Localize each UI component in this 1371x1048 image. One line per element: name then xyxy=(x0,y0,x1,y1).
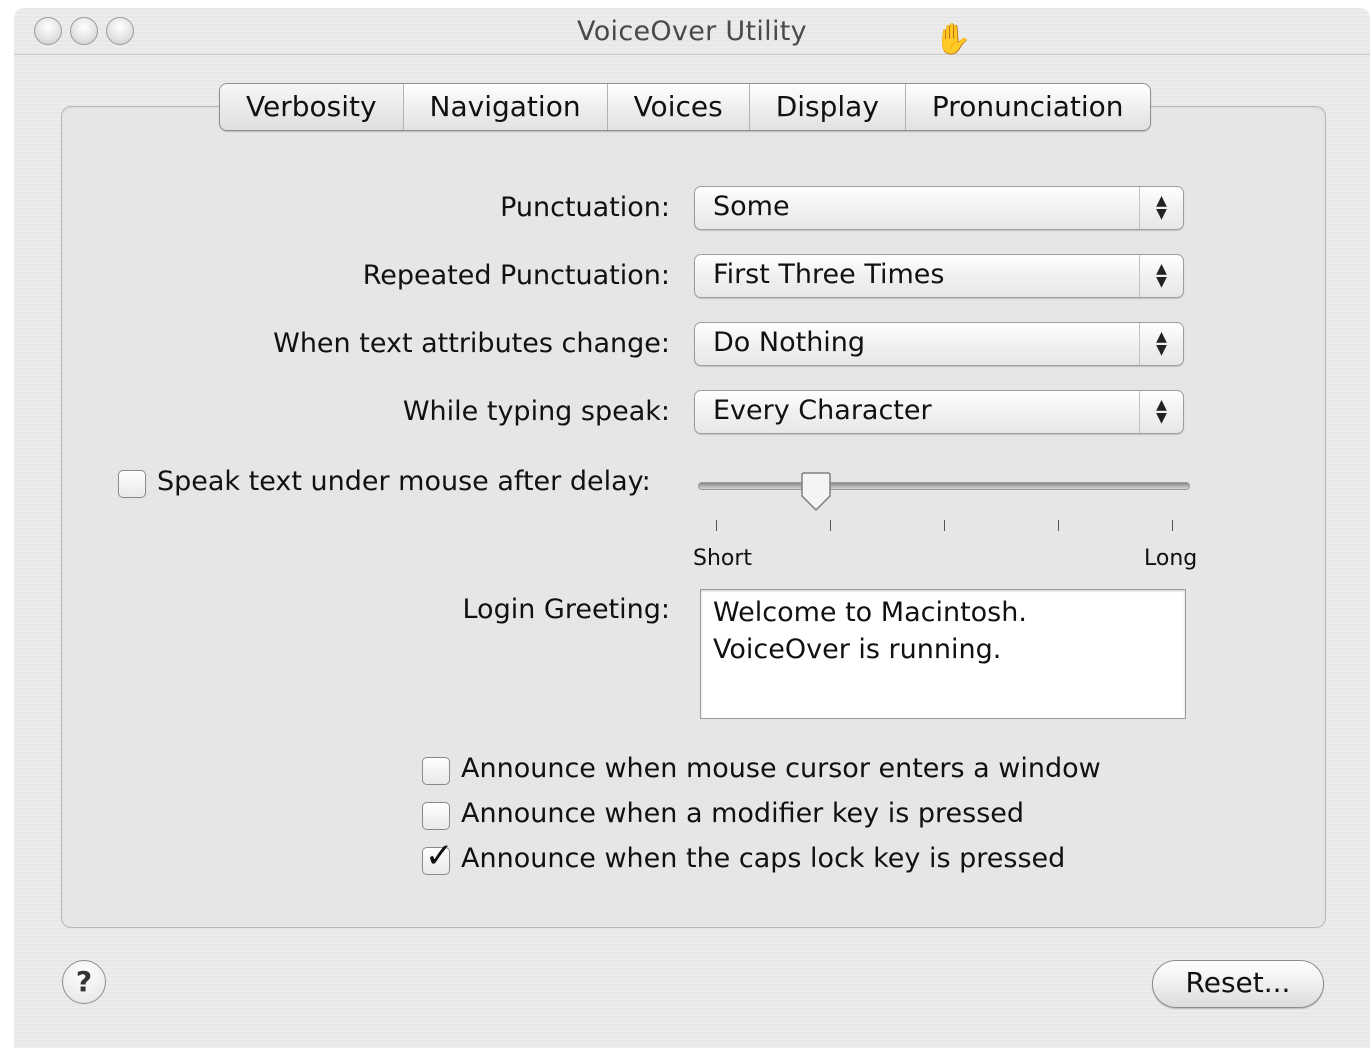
up-down-arrows-icon: ▲ ▼ xyxy=(1139,391,1183,433)
speak-under-mouse-checkbox[interactable] xyxy=(118,470,146,498)
tab-verbosity[interactable]: Verbosity xyxy=(220,84,404,130)
up-down-arrows-icon: ▲ ▼ xyxy=(1139,255,1183,297)
typing-speak-popup[interactable]: Every Character ▲ ▼ xyxy=(694,390,1184,434)
announce-modifier-label: Announce when a modifier key is pressed xyxy=(461,798,1025,829)
slider-min-label: Short xyxy=(693,546,753,571)
mouse-delay-slider-track[interactable] xyxy=(698,482,1190,490)
tab-navigation[interactable]: Navigation xyxy=(404,84,608,130)
slider-tick xyxy=(944,520,945,531)
typing-speak-label: While typing speak: xyxy=(402,396,670,427)
slider-tick xyxy=(1172,520,1173,531)
announce-caps-lock-checkbox[interactable]: ✓ xyxy=(422,836,454,876)
slider-max-label: Long xyxy=(1144,546,1198,571)
open-hand-icon: ✋ xyxy=(934,22,972,57)
tab-pronunciation[interactable]: Pronunciation xyxy=(906,84,1150,130)
repeated-punctuation-popup[interactable]: First Three Times ▲ ▼ xyxy=(694,254,1184,298)
announce-window-checkbox[interactable] xyxy=(422,757,450,785)
announce-caps-lock-label: Announce when the caps lock key is press… xyxy=(461,843,1066,874)
repeated-punctuation-value: First Three Times xyxy=(713,259,945,290)
login-greeting-textarea[interactable]: Welcome to Macintosh. VoiceOver is runni… xyxy=(700,589,1186,719)
speak-under-mouse-label: Speak text under mouse after delay: xyxy=(157,466,651,497)
login-greeting-line-1: Welcome to Macintosh. xyxy=(713,597,1027,628)
window-title: VoiceOver Utility xyxy=(577,16,807,47)
typing-speak-value: Every Character xyxy=(713,395,932,426)
announce-modifier-checkbox[interactable] xyxy=(422,802,450,830)
slider-tick xyxy=(1058,520,1059,531)
mouse-delay-slider-knob[interactable] xyxy=(799,472,833,512)
slider-tick xyxy=(716,520,717,531)
text-attributes-value: Do Nothing xyxy=(713,327,866,358)
help-button[interactable]: ? xyxy=(62,960,106,1004)
text-attributes-popup[interactable]: Do Nothing ▲ ▼ xyxy=(694,322,1184,366)
reset-button[interactable]: Reset... xyxy=(1152,960,1324,1008)
slider-tick xyxy=(830,520,831,531)
login-greeting-line-2: VoiceOver is running. xyxy=(713,634,1002,665)
announce-window-label: Announce when mouse cursor enters a wind… xyxy=(461,753,1101,784)
title-bar: VoiceOver Utility ✋ xyxy=(14,8,1370,57)
login-greeting-label: Login Greeting: xyxy=(462,594,670,625)
punctuation-label: Punctuation: xyxy=(500,192,670,223)
tab-display[interactable]: Display xyxy=(750,84,906,130)
punctuation-popup[interactable]: Some ▲ ▼ xyxy=(694,186,1184,230)
tab-voices[interactable]: Voices xyxy=(608,84,750,130)
voiceover-utility-window: VoiceOver Utility ✋ Verbosity Navigation… xyxy=(14,8,1370,1048)
up-down-arrows-icon: ▲ ▼ xyxy=(1139,323,1183,365)
text-attributes-label: When text attributes change: xyxy=(273,328,670,359)
checkmark-icon: ✓ xyxy=(425,836,454,876)
punctuation-value: Some xyxy=(713,191,790,222)
up-down-arrows-icon: ▲ ▼ xyxy=(1139,187,1183,229)
tab-bar: Verbosity Navigation Voices Display Pron… xyxy=(219,83,1151,131)
repeated-punctuation-label: Repeated Punctuation: xyxy=(362,260,670,291)
